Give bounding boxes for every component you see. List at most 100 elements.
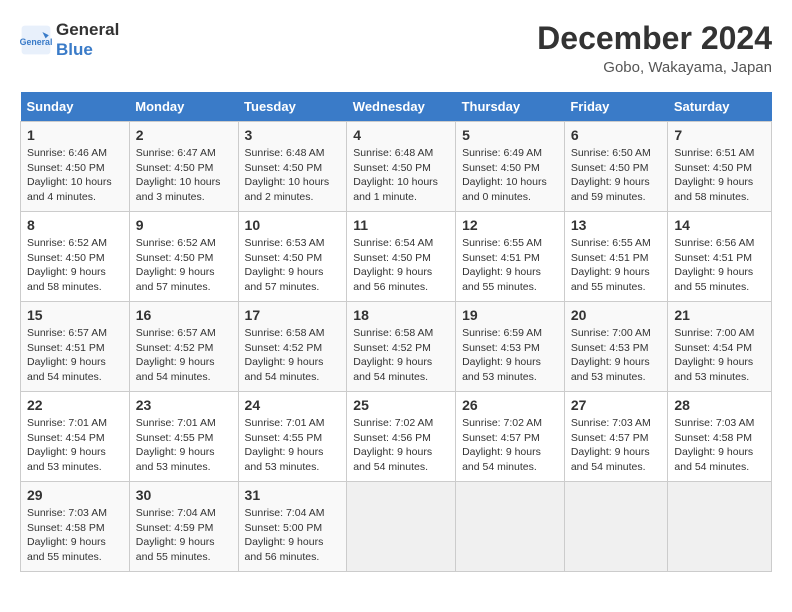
day-info: Sunrise: 7:04 AM Sunset: 5:00 PM Dayligh…	[245, 506, 341, 565]
day-cell: 8 Sunrise: 6:52 AM Sunset: 4:50 PM Daylig…	[21, 212, 130, 302]
day-cell: 16 Sunrise: 6:57 AM Sunset: 4:52 PM Dayli…	[129, 302, 238, 392]
day-info: Sunrise: 6:54 AM Sunset: 4:50 PM Dayligh…	[353, 236, 449, 295]
day-cell: 19Sunrise: 6:59 AM Sunset: 4:53 PM Dayli…	[456, 302, 565, 392]
page-header: General General Blue December 2024 Gobo,…	[20, 20, 772, 76]
day-cell: 27 Sunrise: 7:03 AM Sunset: 4:57 PM Dayli…	[564, 392, 668, 482]
day-cell: 29 Sunrise: 7:03 AM Sunset: 4:58 PM Dayli…	[21, 482, 130, 572]
svg-text:General: General	[20, 37, 52, 47]
logo-icon: General	[20, 24, 52, 56]
day-info: Sunrise: 7:04 AM Sunset: 4:59 PM Dayligh…	[136, 506, 232, 565]
column-header-friday: Friday	[564, 92, 668, 122]
day-number: 25	[353, 397, 449, 413]
day-number: 4	[353, 127, 449, 143]
week-row-4: 22 Sunrise: 7:01 AM Sunset: 4:54 PM Dayli…	[21, 392, 772, 482]
day-number: 11	[353, 217, 449, 233]
column-header-wednesday: Wednesday	[347, 92, 456, 122]
day-number: 7	[674, 127, 765, 143]
day-number: 13	[571, 217, 662, 233]
day-cell: 23 Sunrise: 7:01 AM Sunset: 4:55 PM Dayli…	[129, 392, 238, 482]
day-cell: 2Sunrise: 6:47 AM Sunset: 4:50 PM Daylig…	[129, 122, 238, 212]
day-info: Sunrise: 7:00 AM Sunset: 4:54 PM Dayligh…	[674, 326, 765, 385]
day-number: 21	[674, 307, 765, 323]
day-cell: 9Sunrise: 6:52 AM Sunset: 4:50 PM Daylig…	[129, 212, 238, 302]
day-number: 29	[27, 487, 123, 503]
day-info: Sunrise: 6:53 AM Sunset: 4:50 PM Dayligh…	[245, 236, 341, 295]
column-header-saturday: Saturday	[668, 92, 772, 122]
week-row-3: 15 Sunrise: 6:57 AM Sunset: 4:51 PM Dayli…	[21, 302, 772, 392]
day-number: 16	[136, 307, 232, 323]
day-cell: 15 Sunrise: 6:57 AM Sunset: 4:51 PM Dayli…	[21, 302, 130, 392]
column-header-sunday: Sunday	[21, 92, 130, 122]
day-cell: 14 Sunrise: 6:56 AM Sunset: 4:51 PM Dayli…	[668, 212, 772, 302]
day-info: Sunrise: 7:03 AM Sunset: 4:57 PM Dayligh…	[571, 416, 662, 475]
day-cell: 24Sunrise: 7:01 AM Sunset: 4:55 PM Dayli…	[238, 392, 347, 482]
day-cell	[456, 482, 565, 572]
day-info: Sunrise: 7:03 AM Sunset: 4:58 PM Dayligh…	[674, 416, 765, 475]
day-info: Sunrise: 6:57 AM Sunset: 4:51 PM Dayligh…	[27, 326, 123, 385]
day-info: Sunrise: 6:50 AM Sunset: 4:50 PM Dayligh…	[571, 146, 662, 205]
day-cell	[564, 482, 668, 572]
calendar-body: 1Sunrise: 6:46 AM Sunset: 4:50 PM Daylig…	[21, 122, 772, 572]
day-number: 27	[571, 397, 662, 413]
day-cell: 1Sunrise: 6:46 AM Sunset: 4:50 PM Daylig…	[21, 122, 130, 212]
day-cell: 6Sunrise: 6:50 AM Sunset: 4:50 PM Daylig…	[564, 122, 668, 212]
day-cell: 30 Sunrise: 7:04 AM Sunset: 4:59 PM Dayli…	[129, 482, 238, 572]
day-info: Sunrise: 6:52 AM Sunset: 4:50 PM Dayligh…	[27, 236, 123, 295]
column-header-tuesday: Tuesday	[238, 92, 347, 122]
day-number: 17	[245, 307, 341, 323]
day-number: 2	[136, 127, 232, 143]
day-number: 10	[245, 217, 341, 233]
day-info: Sunrise: 7:01 AM Sunset: 4:54 PM Dayligh…	[27, 416, 123, 475]
day-cell: 13Sunrise: 6:55 AM Sunset: 4:51 PM Dayli…	[564, 212, 668, 302]
day-info: Sunrise: 6:58 AM Sunset: 4:52 PM Dayligh…	[245, 326, 341, 385]
day-cell: 7 Sunrise: 6:51 AM Sunset: 4:50 PM Daylig…	[668, 122, 772, 212]
day-cell: 3 Sunrise: 6:48 AM Sunset: 4:50 PM Daylig…	[238, 122, 347, 212]
day-number: 26	[462, 397, 558, 413]
day-number: 15	[27, 307, 123, 323]
calendar-table: SundayMondayTuesdayWednesdayThursdayFrid…	[20, 92, 772, 572]
day-cell: 18 Sunrise: 6:58 AM Sunset: 4:52 PM Dayli…	[347, 302, 456, 392]
day-info: Sunrise: 6:48 AM Sunset: 4:50 PM Dayligh…	[353, 146, 449, 205]
logo-line2: Blue	[56, 40, 119, 60]
calendar-header-row: SundayMondayTuesdayWednesdayThursdayFrid…	[21, 92, 772, 122]
day-number: 3	[245, 127, 341, 143]
day-number: 23	[136, 397, 232, 413]
day-number: 24	[245, 397, 341, 413]
day-number: 9	[136, 217, 232, 233]
day-cell: 17 Sunrise: 6:58 AM Sunset: 4:52 PM Dayli…	[238, 302, 347, 392]
column-header-monday: Monday	[129, 92, 238, 122]
day-info: Sunrise: 6:46 AM Sunset: 4:50 PM Dayligh…	[27, 146, 123, 205]
day-info: Sunrise: 7:03 AM Sunset: 4:58 PM Dayligh…	[27, 506, 123, 565]
title-block: December 2024 Gobo, Wakayama, Japan	[537, 20, 772, 76]
day-number: 31	[245, 487, 341, 503]
week-row-2: 8 Sunrise: 6:52 AM Sunset: 4:50 PM Daylig…	[21, 212, 772, 302]
day-number: 30	[136, 487, 232, 503]
day-info: Sunrise: 6:55 AM Sunset: 4:51 PM Dayligh…	[462, 236, 558, 295]
day-number: 28	[674, 397, 765, 413]
month-year: December 2024	[537, 20, 772, 57]
day-cell	[668, 482, 772, 572]
day-number: 5	[462, 127, 558, 143]
location: Gobo, Wakayama, Japan	[537, 59, 772, 76]
day-number: 8	[27, 217, 123, 233]
day-info: Sunrise: 6:51 AM Sunset: 4:50 PM Dayligh…	[674, 146, 765, 205]
day-cell: 26 Sunrise: 7:02 AM Sunset: 4:57 PM Dayli…	[456, 392, 565, 482]
day-info: Sunrise: 6:58 AM Sunset: 4:52 PM Dayligh…	[353, 326, 449, 385]
day-number: 22	[27, 397, 123, 413]
day-cell: 12 Sunrise: 6:55 AM Sunset: 4:51 PM Dayli…	[456, 212, 565, 302]
day-cell: 11 Sunrise: 6:54 AM Sunset: 4:50 PM Dayli…	[347, 212, 456, 302]
day-cell: 31 Sunrise: 7:04 AM Sunset: 5:00 PM Dayli…	[238, 482, 347, 572]
day-cell: 28 Sunrise: 7:03 AM Sunset: 4:58 PM Dayli…	[668, 392, 772, 482]
day-cell: 21 Sunrise: 7:00 AM Sunset: 4:54 PM Dayli…	[668, 302, 772, 392]
day-cell: 10 Sunrise: 6:53 AM Sunset: 4:50 PM Dayli…	[238, 212, 347, 302]
day-info: Sunrise: 7:02 AM Sunset: 4:57 PM Dayligh…	[462, 416, 558, 475]
day-info: Sunrise: 6:57 AM Sunset: 4:52 PM Dayligh…	[136, 326, 232, 385]
day-number: 14	[674, 217, 765, 233]
column-header-thursday: Thursday	[456, 92, 565, 122]
day-number: 18	[353, 307, 449, 323]
logo: General General Blue	[20, 20, 119, 61]
day-info: Sunrise: 6:56 AM Sunset: 4:51 PM Dayligh…	[674, 236, 765, 295]
day-info: Sunrise: 6:48 AM Sunset: 4:50 PM Dayligh…	[245, 146, 341, 205]
day-number: 12	[462, 217, 558, 233]
day-info: Sunrise: 7:01 AM Sunset: 4:55 PM Dayligh…	[136, 416, 232, 475]
